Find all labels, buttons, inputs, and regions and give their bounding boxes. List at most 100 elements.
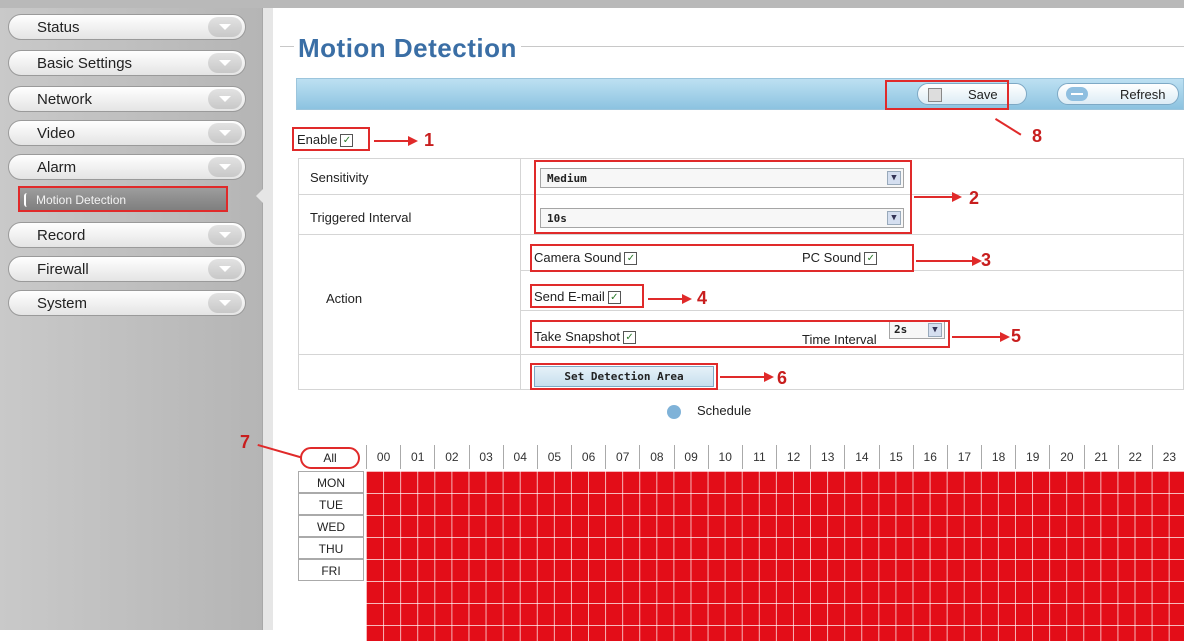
main-content: Motion Detection Save Refresh 8 Enable ✓ … [240,8,1184,641]
hour-header-cell[interactable]: 11 [741,445,776,469]
enable-checkbox[interactable]: ✓ [340,134,354,148]
chevron-down-icon [208,17,242,37]
annotation-arrow [916,260,974,262]
triggered-interval-label: Triggered Interval [310,210,412,225]
chevron-down-icon [208,123,242,143]
hour-header-cell[interactable]: 18 [981,445,1015,469]
top-bar [0,0,1184,8]
hour-header-cell[interactable]: 03 [468,445,503,469]
hour-header-cell[interactable]: 13 [810,445,844,469]
refresh-icon [1066,87,1088,101]
sidebar-item-system[interactable]: System [8,290,246,316]
chevron-down-icon [208,259,242,279]
sidebar-subitem-motion-detection[interactable]: Motion Detection [18,186,228,212]
hour-header-cell[interactable]: 22 [1117,445,1152,469]
hour-header-cell[interactable]: 23 [1151,445,1184,469]
hour-header-cell[interactable]: 21 [1083,445,1118,469]
day-row-label[interactable]: WED [298,515,364,537]
hour-header-cell[interactable]: 09 [673,445,708,469]
bullet-icon [24,193,30,207]
sidebar-item-basic-settings[interactable]: Basic Settings [8,50,246,76]
annotation-marker: 8 [1032,126,1043,146]
annotation-marker: 4 [697,288,708,308]
hour-header-cell[interactable]: 01 [400,445,434,469]
annotation-arrowhead [1000,332,1010,342]
refresh-button-label: Refresh [1120,87,1166,102]
chevron-down-icon [208,225,242,245]
schedule-grid[interactable] [366,471,1184,641]
annotation-arrowhead [952,192,962,202]
chevron-down-icon [208,53,242,73]
hour-header-cell[interactable]: 17 [946,445,981,469]
table-divider [520,310,1184,311]
day-row-label[interactable]: TUE [298,493,364,515]
annotation-arrow [914,196,954,198]
hour-header-cell[interactable]: 20 [1049,445,1083,469]
hour-header-cell[interactable]: 04 [502,445,537,469]
annotation-box-snapshot [530,320,950,348]
day-row-label[interactable]: MON [298,471,364,493]
schedule-label: Schedule [697,403,752,418]
annotation-arrow [952,336,1002,338]
page-title: Motion Detection [294,33,521,64]
select-all-button[interactable]: All [300,447,360,469]
sidebar-item-label: System [37,295,88,312]
annotation-box-save [885,80,1009,110]
sidebar-item-label: Network [37,91,93,108]
annotation-box-sound [530,244,914,272]
hour-header-cell[interactable]: 02 [434,445,468,469]
active-pointer-icon [256,186,266,206]
sidebar-item-label: Basic Settings [37,55,133,72]
annotation-box-detection-area [530,363,718,390]
hour-header-cell[interactable]: 06 [571,445,605,469]
hour-header-cell[interactable]: 10 [707,445,742,469]
enable-field: Enable ✓ [297,132,354,148]
annotation-arrowhead [682,294,692,304]
sensitivity-label: Sensitivity [310,170,369,185]
annotation-arrow [648,298,684,300]
sidebar-item-alarm[interactable]: Alarm [8,154,246,180]
sidebar-subitem-label: Motion Detection [36,193,127,207]
hour-header-cell[interactable]: 08 [639,445,673,469]
chevron-down-icon [208,157,242,177]
sidebar-item-network[interactable]: Network [8,86,246,112]
hour-header-cell[interactable]: 14 [844,445,878,469]
annotation-arrowhead [764,372,774,382]
annotation-box-email [530,284,644,308]
annotation-arrowhead [408,136,418,146]
enable-label: Enable [297,132,338,147]
hour-header-cell[interactable]: 16 [912,445,947,469]
annotation-arrow [720,376,766,378]
sidebar-item-label: Firewall [37,261,89,278]
table-divider [520,158,521,390]
hour-header-cell[interactable]: 00 [366,445,400,469]
table-divider [298,354,1184,355]
annotation-marker: 7 [240,432,251,452]
toolbar: Save Refresh [296,78,1184,110]
annotation-box-sensitivity [534,160,912,234]
chevron-down-icon [208,89,242,109]
sidebar-item-label: Alarm [37,159,77,176]
annotation-marker: 5 [1011,326,1022,346]
sidebar-item-record[interactable]: Record [8,222,246,248]
hour-header-cell[interactable]: 12 [776,445,810,469]
day-row-label[interactable]: FRI [298,559,364,581]
sidebar-item-video[interactable]: Video [8,120,246,146]
sidebar-item-label: Video [37,125,76,142]
refresh-button[interactable]: Refresh [1057,83,1179,105]
schedule-icon [667,405,681,419]
hour-header-cell[interactable]: 19 [1015,445,1049,469]
sidebar: Status Basic Settings Network Video Alar… [0,8,262,630]
sidebar-item-firewall[interactable]: Firewall [8,256,246,282]
sidebar-item-status[interactable]: Status [8,14,246,40]
chevron-down-icon [208,293,242,313]
annotation-marker: 2 [969,188,980,208]
annotation-arrow [994,118,1022,136]
hour-header-cell[interactable]: 05 [536,445,571,469]
action-label: Action [326,291,363,306]
annotation-marker: 1 [424,130,435,150]
hour-header-cell[interactable]: 07 [605,445,639,469]
table-divider [298,234,1184,235]
hour-header-cell[interactable]: 15 [878,445,913,469]
day-row-label[interactable]: THU [298,537,364,559]
